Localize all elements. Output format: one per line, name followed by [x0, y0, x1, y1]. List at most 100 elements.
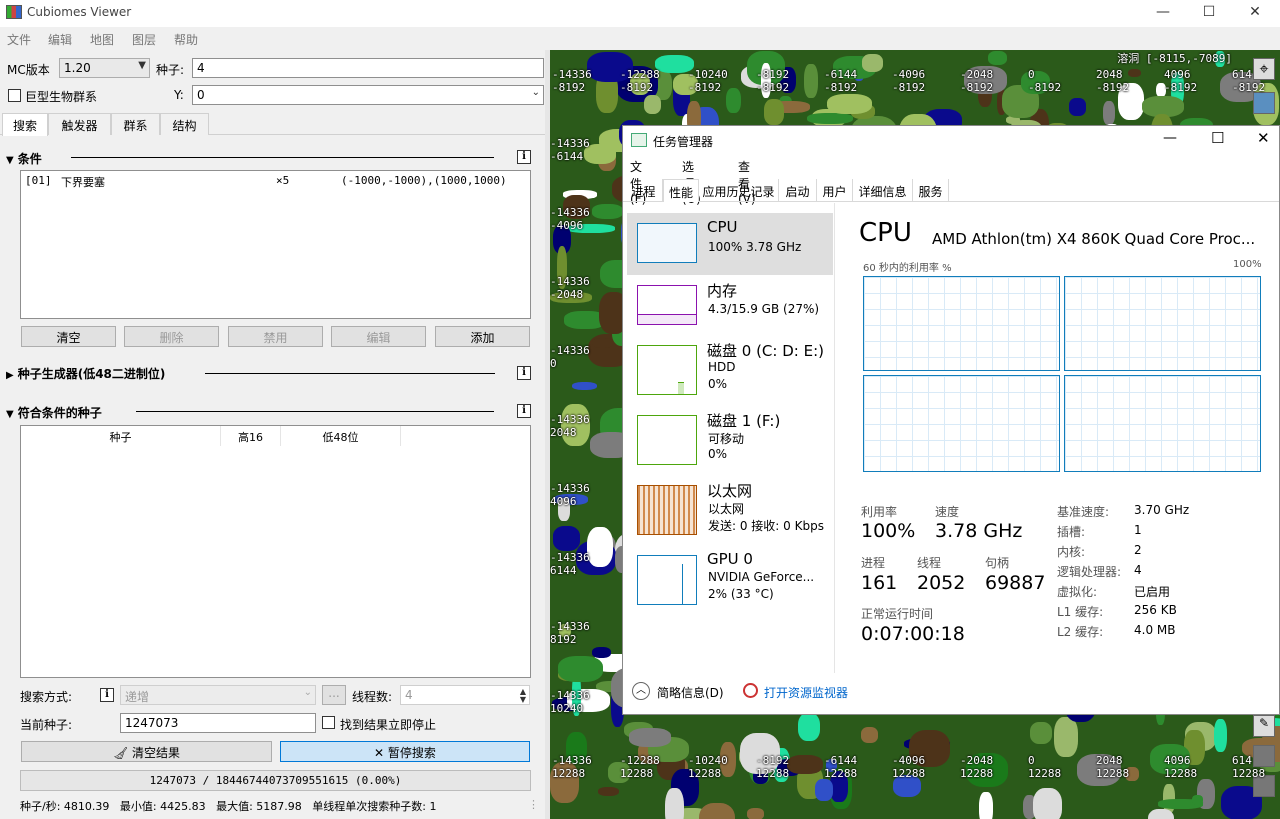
- map-z-coordinate: 12288: [620, 767, 654, 780]
- biome-patch: [591, 204, 623, 219]
- biome-patch: [988, 50, 1007, 66]
- add-condition-button[interactable]: 添加: [435, 326, 530, 347]
- minimize-button[interactable]: —: [1148, 4, 1178, 22]
- biome-patch: [726, 87, 741, 114]
- tab-details[interactable]: 详细信息: [853, 179, 913, 202]
- sidebar-item-gpu[interactable]: GPU 0 NVIDIA GeForce... 2% (33 °C): [627, 545, 833, 607]
- open-resource-monitor-link[interactable]: 打开资源监视器: [764, 684, 848, 701]
- broom-icon: 🧹︎: [112, 746, 133, 760]
- biome-patch: [586, 526, 613, 568]
- tab-app-history[interactable]: 应用历史记录: [699, 179, 779, 202]
- clear-conditions-button[interactable]: 清空: [21, 326, 116, 347]
- conditions-header[interactable]: ▼ 条件: [6, 150, 42, 167]
- stop-on-result-checkbox[interactable]: [322, 716, 335, 729]
- splitter-handle[interactable]: ⋮: [528, 798, 539, 811]
- threads-spinbox[interactable]: 4 ▲ ▼: [400, 685, 530, 705]
- pause-search-button[interactable]: ✕ 暂停搜索: [280, 741, 530, 762]
- results-header[interactable]: ▼ 符合条件的种子: [6, 404, 102, 421]
- condition-name: 下界要塞: [61, 176, 105, 189]
- map-x-coordinate: -14336: [550, 482, 590, 495]
- map-z-coordinate: -8192: [688, 81, 722, 94]
- conditions-list[interactable]: [01] 下界要塞 ×5 (-1000,-1000),(1000,1000): [20, 170, 531, 319]
- menu-file[interactable]: 文件: [7, 31, 31, 48]
- disable-condition-button[interactable]: 禁用: [228, 326, 323, 347]
- mc-version-value: 1.20: [64, 61, 91, 75]
- map-cursor-info: 溶洞 [-8115,-7089]: [1117, 52, 1232, 65]
- tab-search[interactable]: 搜索: [2, 113, 48, 136]
- search-mode-more-button[interactable]: ...: [322, 685, 346, 705]
- tab-users[interactable]: 用户: [817, 179, 853, 202]
- cpu-sparkline: [637, 223, 697, 263]
- maximize-button[interactable]: ☐: [1211, 129, 1224, 147]
- tab-structures[interactable]: 结构: [160, 113, 209, 135]
- sidebar-item-disk0[interactable]: 磁盘 0 (C: D: E:) HDD 0%: [627, 335, 833, 397]
- menu-map[interactable]: 地图: [90, 31, 114, 48]
- edit-condition-button[interactable]: 编辑: [331, 326, 426, 347]
- map-x-coordinate: -10240: [688, 754, 728, 767]
- current-seed-input[interactable]: 1247073: [120, 713, 316, 733]
- menu-layers[interactable]: 图层: [132, 31, 156, 48]
- spin-arrows-icon[interactable]: ▲ ▼: [520, 688, 526, 704]
- seed-input[interactable]: 4: [192, 58, 544, 78]
- crosshair-icon[interactable]: ⌖: [1253, 58, 1275, 80]
- map-z-coordinate: -8192: [1164, 81, 1198, 94]
- chevron-up-icon[interactable]: ︿: [632, 682, 650, 700]
- conditions-title: 条件: [17, 152, 42, 166]
- map-z-coordinate: 12288: [892, 767, 926, 780]
- fewer-details-link[interactable]: 简略信息(D): [657, 684, 724, 701]
- sidebar-item-label: 内存: [707, 282, 738, 300]
- gpu-sparkline: [637, 555, 697, 605]
- column-header-high16[interactable]: 高16: [221, 426, 281, 446]
- biome-patch: [746, 807, 764, 819]
- tab-startup[interactable]: 启动: [779, 179, 817, 202]
- close-button[interactable]: ✕: [1240, 4, 1270, 22]
- tab-triggers[interactable]: 触发器: [48, 113, 111, 135]
- tab-services[interactable]: 服务: [913, 179, 949, 202]
- task-manager-title: 任务管理器: [653, 135, 714, 149]
- delete-condition-button[interactable]: 删除: [124, 326, 219, 347]
- info-icon[interactable]: i: [517, 404, 531, 418]
- sidebar-item-label: CPU: [707, 218, 738, 236]
- map-z-coordinate: 12288: [824, 767, 858, 780]
- task-manager-tabs: 进程 性能 应用历史记录 启动 用户 详细信息 服务: [623, 179, 1279, 202]
- detail-label: 虚拟化:: [1057, 585, 1098, 599]
- search-mode-select[interactable]: 递增 ⌄: [120, 685, 316, 705]
- large-biomes-checkbox[interactable]: [8, 89, 21, 102]
- menu-help[interactable]: 帮助: [174, 31, 198, 48]
- cpu-core-graph: [1064, 375, 1261, 472]
- sidebar-item-disk1[interactable]: 磁盘 1 (F:) 可移动 0%: [627, 405, 833, 467]
- sidebar-item-ethernet[interactable]: 以太网 以太网 发送: 0 接收: 0 Kbps: [627, 475, 833, 537]
- clear-results-label: 清空结果: [132, 746, 181, 760]
- close-button[interactable]: ✕: [1257, 129, 1270, 147]
- sidebar-item-memory[interactable]: 内存 4.3/15.9 GB (27%): [627, 275, 833, 337]
- info-icon[interactable]: i: [517, 366, 531, 380]
- stop-on-result-label: 找到结果立即停止: [340, 718, 437, 732]
- clear-results-button[interactable]: 🧹︎ 清空结果: [21, 741, 272, 762]
- minimize-button[interactable]: —: [1163, 130, 1177, 146]
- map-x-coordinate: 614: [1232, 68, 1252, 81]
- collapsed-triangle-icon: ▶: [6, 370, 14, 381]
- sidebar-item-label: 以太网: [707, 482, 753, 500]
- menu-edit[interactable]: 编辑: [48, 31, 72, 48]
- tab-performance[interactable]: 性能: [663, 179, 699, 202]
- pen-icon[interactable]: ✎: [1253, 715, 1275, 737]
- column-header-seed[interactable]: 种子: [21, 426, 221, 446]
- task-manager-title-bar: 任务管理器 — ☐ ✕: [623, 126, 1279, 156]
- divider: [136, 411, 494, 412]
- results-table[interactable]: 种子 高16 低48位: [20, 425, 531, 678]
- maximize-button[interactable]: ☐: [1194, 4, 1224, 22]
- mc-version-select[interactable]: 1.20 ▼: [59, 58, 150, 78]
- y-select[interactable]: 0 ⌄: [192, 85, 544, 105]
- tab-processes[interactable]: 进程: [625, 179, 663, 202]
- info-icon[interactable]: i: [100, 688, 114, 702]
- map-x-coordinate: -8192: [756, 68, 790, 81]
- map-x-coordinate: -14336: [552, 68, 592, 81]
- column-header-low48[interactable]: 低48位: [281, 426, 401, 446]
- sidebar-item-cpu[interactable]: CPU 100% 3.78 GHz: [627, 213, 833, 275]
- generator-header[interactable]: ▶ 种子生成器(低48二进制位): [6, 365, 165, 382]
- map-tool-icon[interactable]: [1253, 745, 1275, 767]
- tab-biomes[interactable]: 群系: [111, 113, 160, 135]
- layer-image-icon[interactable]: [1253, 92, 1275, 114]
- info-icon[interactable]: i: [517, 150, 531, 164]
- biome-patch: [698, 802, 735, 819]
